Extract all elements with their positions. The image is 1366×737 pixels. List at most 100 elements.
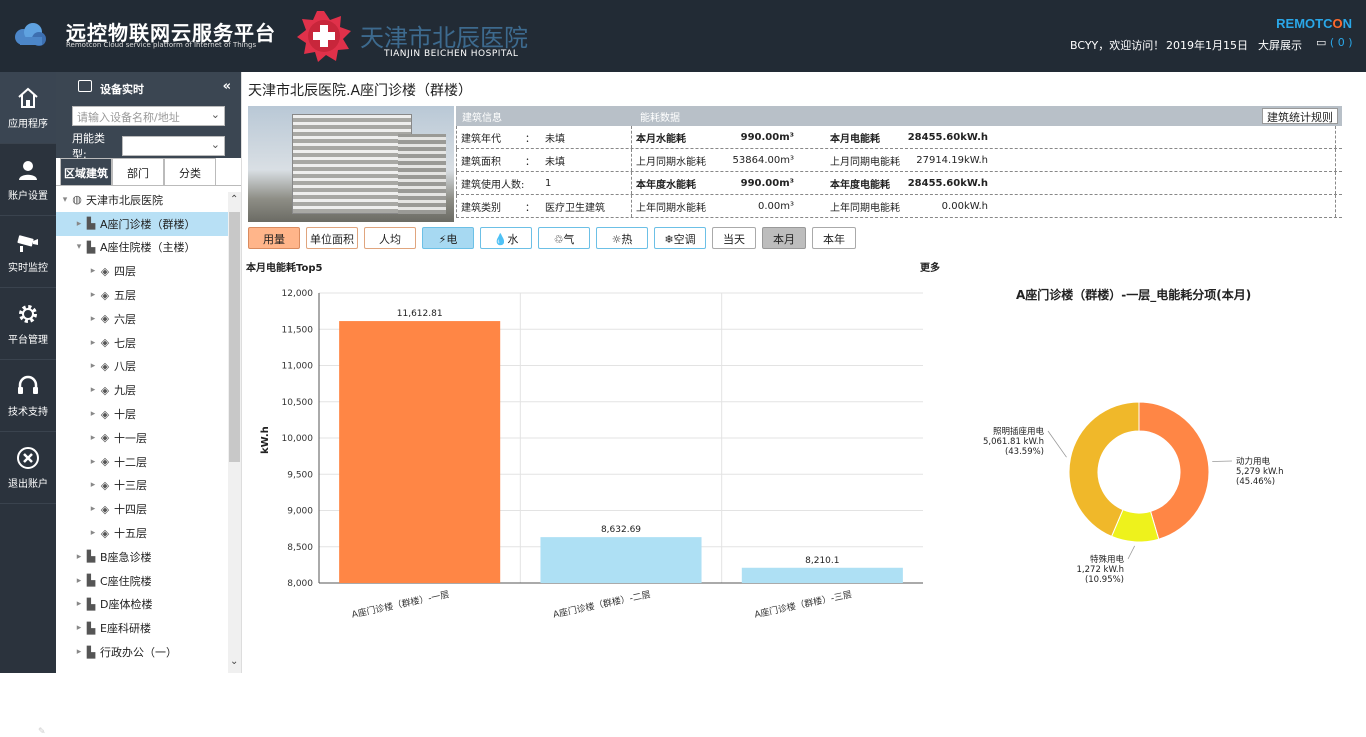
- expand-arrow-icon[interactable]: ▾: [60, 195, 70, 205]
- filter-button[interactable]: ⚡电: [422, 227, 474, 249]
- tree-node[interactable]: ▸◈五层: [56, 283, 228, 307]
- tree-node[interactable]: ▸◈六层: [56, 307, 228, 331]
- y-tick-label: 9,000: [287, 507, 313, 517]
- brand-text-o: O: [1332, 16, 1342, 31]
- collapse-arrow-icon[interactable]: ▸: [88, 361, 98, 371]
- collapse-arrow-icon[interactable]: ▸: [74, 219, 84, 229]
- energy-value: 0.00m³: [714, 201, 794, 212]
- building-info-heading: 建筑信息: [462, 109, 502, 124]
- collapse-arrow-icon[interactable]: ▸: [88, 338, 98, 348]
- collapse-arrow-icon[interactable]: ▸: [88, 266, 98, 276]
- collapse-arrow-icon[interactable]: ▸: [88, 314, 98, 324]
- tree-node[interactable]: ▸◈九层: [56, 378, 228, 402]
- tree-node[interactable]: ▸▙C座住院楼: [56, 569, 228, 593]
- filter-button[interactable]: 人均: [364, 227, 416, 249]
- chevron-down-icon[interactable]: ⌄: [211, 108, 220, 121]
- nav-apps[interactable]: 应用程序: [0, 72, 56, 144]
- y-axis-label: kW.h: [260, 426, 271, 454]
- nav-platform[interactable]: 平台管理: [0, 288, 56, 360]
- leader-line: [1048, 431, 1066, 457]
- device-search-placeholder: 请输入设备名称/地址: [77, 111, 180, 124]
- collapse-arrow-icon[interactable]: ▸: [88, 457, 98, 467]
- tree-node[interactable]: ▸▙A座门诊楼（群楼）: [56, 212, 228, 236]
- nav-monitor[interactable]: 实时监控: [0, 216, 56, 288]
- tree-node-label: 十一层: [114, 430, 147, 446]
- tree-node[interactable]: ▸◈十四层: [56, 497, 228, 521]
- tree-node[interactable]: ▸▙D座体检楼: [56, 593, 228, 617]
- scroll-thumb[interactable]: [229, 212, 240, 462]
- filter-button[interactable]: 💧水: [480, 227, 532, 249]
- collapse-arrow-icon[interactable]: ▸: [88, 480, 98, 490]
- nav-monitor-label: 实时监控: [8, 263, 48, 274]
- building-icon: ▙: [84, 241, 98, 254]
- tree-node[interactable]: ▸◈十二层: [56, 450, 228, 474]
- scroll-up-icon[interactable]: ⌃: [230, 194, 238, 205]
- stat-rules-button[interactable]: 建筑统计规则: [1262, 108, 1338, 124]
- collapse-arrow-icon[interactable]: ▸: [74, 576, 84, 586]
- headset-icon: [16, 374, 40, 398]
- app-subtitle: Remotcon Cloud service platform of Inter…: [66, 41, 256, 49]
- y-tick-label: 8,000: [287, 579, 313, 589]
- tab-region-building[interactable]: 区域建筑: [60, 158, 112, 185]
- nav-logout[interactable]: 退出账户: [0, 432, 56, 504]
- nav-account[interactable]: 账户设置: [0, 144, 56, 216]
- y-tick-label: 11,500: [282, 325, 314, 335]
- energy-key: 本年度电能耗: [794, 176, 904, 191]
- collapse-arrow-icon[interactable]: ▸: [88, 528, 98, 538]
- filter-button[interactable]: 本年: [812, 227, 856, 249]
- expand-arrow-icon[interactable]: ▾: [74, 242, 84, 252]
- current-date: 2019年1月15日: [1166, 37, 1248, 53]
- collapse-arrow-icon[interactable]: ▸: [74, 599, 84, 609]
- x-category-label: A座门诊楼（群楼）-三层: [753, 588, 853, 620]
- tree-node[interactable]: ▾▙A座住院楼（主楼）: [56, 236, 228, 260]
- big-screen-link[interactable]: 大屏展示: [1258, 37, 1302, 53]
- collapse-arrow-icon[interactable]: ▸: [74, 552, 84, 562]
- energy-data-heading: 能耗数据: [640, 109, 680, 124]
- pin-icon[interactable]: ✎: [38, 727, 46, 737]
- building-icon: ▙: [84, 622, 98, 635]
- chevron-down-icon[interactable]: ⌄: [211, 138, 220, 151]
- x-category-label: A座门诊楼（群楼）-一层: [351, 588, 451, 620]
- collapse-panel-icon[interactable]: «: [223, 79, 231, 94]
- tree-node[interactable]: ▸▙行政办公（一）: [56, 640, 228, 664]
- collapse-arrow-icon[interactable]: ▸: [88, 409, 98, 419]
- tree-node[interactable]: ▸◈七层: [56, 331, 228, 355]
- collapse-arrow-icon[interactable]: ▸: [88, 504, 98, 514]
- nav-support[interactable]: 技术支持: [0, 360, 56, 432]
- tab-department[interactable]: 部门: [112, 158, 164, 185]
- tree-node[interactable]: ▸◈十五层: [56, 521, 228, 545]
- collapse-arrow-icon[interactable]: ▸: [74, 647, 84, 657]
- tree-scrollbar[interactable]: ⌃ ⌄: [228, 192, 241, 673]
- scroll-down-icon[interactable]: ⌄: [230, 656, 238, 667]
- tree-node[interactable]: ▸◈十三层: [56, 474, 228, 498]
- building-icon: ▙: [84, 574, 98, 587]
- filter-button[interactable]: 用量: [248, 227, 300, 249]
- layers-icon: ◈: [98, 527, 112, 540]
- messages-button[interactable]: ▭ ( 0 ): [1316, 36, 1352, 49]
- filter-button[interactable]: ❄空调: [654, 227, 706, 249]
- message-count: ( 0 ): [1330, 36, 1353, 49]
- camera-icon: [16, 230, 40, 254]
- tree-node[interactable]: ▸◈十一层: [56, 426, 228, 450]
- collapse-arrow-icon[interactable]: ▸: [88, 290, 98, 300]
- filter-button[interactable]: ♲气: [538, 227, 590, 249]
- tree-node[interactable]: ▸◈八层: [56, 355, 228, 379]
- filter-button[interactable]: 本月: [762, 227, 806, 249]
- collapse-arrow-icon[interactable]: ▸: [88, 385, 98, 395]
- tree-node[interactable]: ▸▙B座急诊楼: [56, 545, 228, 569]
- device-search-input[interactable]: 请输入设备名称/地址 ⌄: [72, 106, 225, 126]
- tab-category[interactable]: 分类: [164, 158, 216, 185]
- collapse-arrow-icon[interactable]: ▸: [74, 623, 84, 633]
- energy-type-select[interactable]: ⌄: [122, 136, 225, 156]
- tree-node[interactable]: ▸▙E座科研楼: [56, 616, 228, 640]
- tree-node[interactable]: ▸◈四层: [56, 259, 228, 283]
- hospital-name-en: TIANJIN BEICHEN HOSPITAL: [384, 49, 518, 59]
- tree-node[interactable]: ▾◍天津市北辰医院: [56, 188, 228, 212]
- filter-button[interactable]: 单位面积: [306, 227, 358, 249]
- filter-button[interactable]: 当天: [712, 227, 756, 249]
- tree-node[interactable]: ▸◈十层: [56, 402, 228, 426]
- collapse-arrow-icon[interactable]: ▸: [88, 433, 98, 443]
- tree-node-label: 八层: [114, 358, 136, 374]
- energy-type-row: 用能类型: ⌄: [56, 130, 241, 158]
- filter-button[interactable]: ☼热: [596, 227, 648, 249]
